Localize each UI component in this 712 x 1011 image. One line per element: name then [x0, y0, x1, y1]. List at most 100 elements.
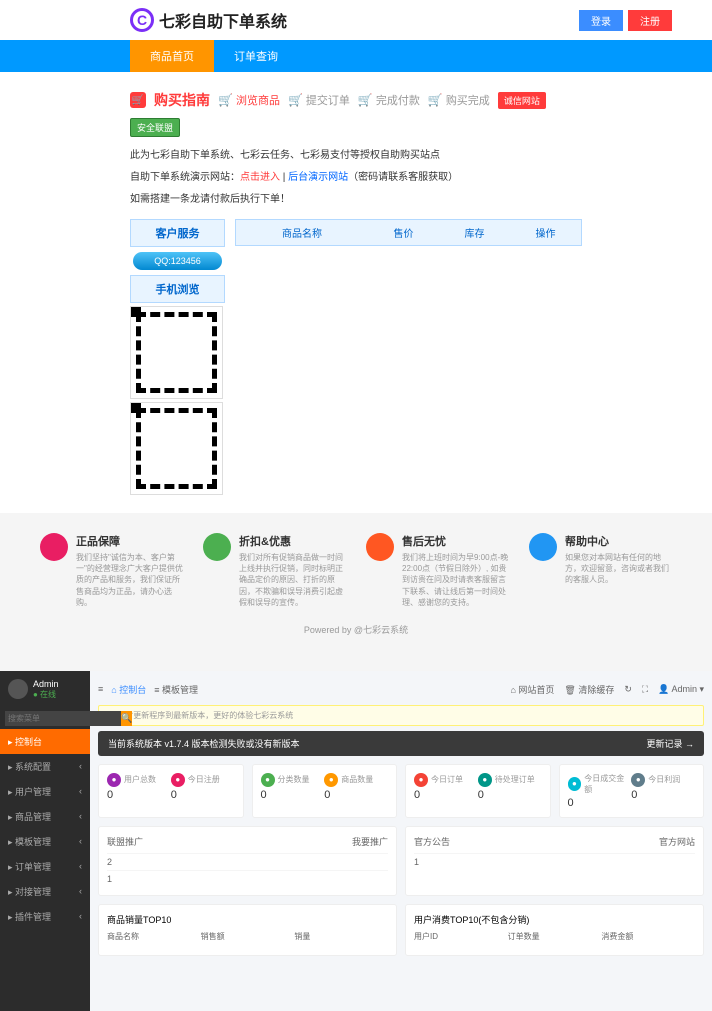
site-link[interactable]: ⌂ 网站首页 [510, 683, 554, 696]
info-title: 正品保障 [76, 533, 183, 549]
panel-title: 联盟推广 [107, 835, 143, 848]
table-col: 销售额 [201, 931, 295, 942]
info-title: 帮助中心 [565, 533, 672, 549]
admin-sidebar: Admin ● 在线 🔍 ▸ 控制台 ▸ 系统配置‹ ▸ 用户管理‹ ▸ 商品管… [0, 671, 90, 1011]
table-col: 商品名称 [107, 931, 201, 942]
menu-2[interactable]: ▸ 用户管理‹ [0, 779, 90, 804]
stat-card: ●今日成交金额 0 ●今日利润 0 [559, 764, 705, 818]
qr-code-2 [130, 402, 223, 495]
menu-4[interactable]: ▸ 模板管理‹ [0, 829, 90, 854]
stat-label: 分类数量 [278, 774, 310, 785]
stat-label: 商品数量 [341, 774, 373, 785]
nav-home[interactable]: 商品首页 [130, 40, 214, 72]
info-col: 折扣&优惠 我们对所有促销商品做一时间上线并执行促销，同时标明正确品定价的原因、… [203, 533, 346, 608]
info-icon [203, 533, 231, 561]
step-submit: 提交订单 [306, 92, 350, 108]
info-col: 正品保障 我们坚持"诚信为本、客户第一"的经营理念广大客户提供优质的产品和服务，… [40, 533, 183, 608]
menu-3[interactable]: ▸ 商品管理‹ [0, 804, 90, 829]
stat-value: 0 [261, 789, 325, 801]
stat-value: 0 [414, 789, 478, 801]
menu-5[interactable]: ▸ 订单管理‹ [0, 854, 90, 879]
notice-line-3: 如需搭建一条龙请付款后执行下单！ [130, 189, 582, 211]
th-stock: 库存 [439, 220, 510, 245]
admin-user: Admin ● 在线 [0, 671, 90, 708]
panel-title: 官方公告 [414, 835, 450, 848]
trust-badge: 诚信网站 [498, 92, 546, 109]
navbar: 商品首页 订单查询 [0, 40, 712, 72]
info-col: 帮助中心 如果您对本网站有任何的地方，欢迎留意，咨询或者我们的客服人员。 [529, 533, 672, 608]
customer-service-head: 客户服务 [130, 219, 225, 247]
online-status: ● 在线 [33, 689, 59, 700]
table-panel: 用户消费TOP10(不包含分销) 用户ID订单数量消费金额 [405, 904, 704, 956]
table-col: 消费金额 [601, 931, 695, 942]
clear-cache[interactable]: 🗑 清除缓存 [564, 683, 614, 696]
notice-line-2: 自助下单系统演示网站：点击进入 | 后台演示网站（密码请联系客服获取） [130, 167, 582, 189]
cart-icon: 🛒 [130, 92, 146, 108]
breadcrumb-home[interactable]: ⌂ 控制台 [111, 683, 146, 696]
info-desc: 我们将上班时间为早9:00点-晚22:00点（节假日除外）, 如贵到访贵在问及时… [402, 552, 509, 608]
register-button[interactable]: 注册 [628, 10, 672, 31]
avatar [8, 679, 28, 699]
stat-label: 今日成交金额 [584, 773, 631, 795]
qq-button[interactable]: QQ:123456 [133, 252, 222, 270]
th-action: 操作 [510, 220, 581, 245]
logo-text: 七彩自助下单系统 [159, 8, 287, 32]
info-icon [366, 533, 394, 561]
login-button[interactable]: 登录 [579, 10, 623, 31]
panel-link[interactable]: 官方网站 [659, 835, 695, 848]
th-name: 商品名称 [236, 220, 368, 245]
admin-topbar: ≡ ⌂ 控制台 ≡ 模板管理 ⌂ 网站首页 🗑 清除缓存 ↻ ⛶ 👤 Admin… [98, 679, 704, 700]
security-badge: 安全联盟 [130, 118, 180, 137]
powered-by: Powered by @七彩云系统 [40, 608, 672, 651]
panel: 官方公告 官方网站 1 [405, 826, 704, 896]
panel: 联盟推广我要推广 21 [98, 826, 397, 896]
menu-6[interactable]: ▸ 对接管理‹ [0, 879, 90, 904]
stat-card: ●今日订单 0 ●待处理订单 0 [405, 764, 551, 818]
version-text: 当前系统版本 v1.7.4 版本检测失败或没有新版本 [108, 737, 300, 750]
demo-link[interactable]: 点击进入 [240, 172, 280, 183]
table-title: 用户消费TOP10(不包含分销) [414, 913, 695, 926]
menu-toggle-icon[interactable]: ≡ [98, 684, 103, 694]
product-table: 商品名称 售价 库存 操作 [235, 219, 582, 498]
info-desc: 如果您对本网站有任何的地方，欢迎留意，咨询或者我们的客服人员。 [565, 552, 672, 586]
stat-label: 今日注册 [188, 774, 220, 785]
admin-demo-link[interactable]: 后台演示网站 [288, 172, 348, 183]
stat-label: 今日利润 [648, 774, 680, 785]
panel-link[interactable]: 我要推广 [352, 835, 388, 848]
nav-orders[interactable]: 订单查询 [214, 40, 298, 72]
step-done: 购买完成 [446, 92, 490, 108]
table-title: 商品销量TOP10 [107, 913, 388, 926]
update-alert: ⚠ 及时更新程序到最新版本，更好的体验七彩云系统 [98, 705, 704, 726]
th-price: 售价 [368, 220, 439, 245]
logo-icon: C [130, 8, 154, 32]
search-button[interactable]: 🔍 [121, 711, 132, 726]
stat-card: ●用户总数 0 ●今日注册 0 [98, 764, 244, 818]
stat-card: ●分类数量 0 ●商品数量 0 [252, 764, 398, 818]
menu-1[interactable]: ▸ 系统配置‹ [0, 754, 90, 779]
menu-7[interactable]: ▸ 插件管理‹ [0, 904, 90, 929]
panel-row: 1 [414, 853, 695, 870]
table-panel: 商品销量TOP10 商品名称销售额销量 [98, 904, 397, 956]
footer-info: 正品保障 我们坚持"诚信为本、客户第一"的经营理念广大客户提供优质的产品和服务，… [0, 513, 712, 671]
logo: C 七彩自助下单系统 [130, 8, 287, 32]
search-input[interactable] [5, 711, 121, 726]
info-icon [529, 533, 557, 561]
menu-0[interactable]: ▸ 控制台 [0, 729, 90, 754]
breadcrumb-page: ≡ 模板管理 [154, 683, 198, 696]
header: C 七彩自助下单系统 登录 注册 [0, 0, 712, 40]
refresh-icon[interactable]: ↻ [624, 684, 632, 695]
user-menu[interactable]: 👤 Admin ▾ [658, 684, 704, 695]
fullscreen-icon[interactable]: ⛶ [642, 684, 648, 695]
info-title: 折扣&优惠 [239, 533, 346, 549]
stat-label: 今日订单 [431, 774, 463, 785]
info-desc: 我们对所有促销商品做一时间上线并执行促销，同时标明正确品定价的原因、打折的原因，… [239, 552, 346, 608]
panel-row: 2 [107, 853, 388, 870]
changelog-link[interactable]: 更新记录 → [646, 737, 694, 750]
stat-value: 0 [631, 789, 695, 801]
table-col: 订单数量 [508, 931, 602, 942]
table-col: 销量 [294, 931, 388, 942]
stat-value: 0 [171, 789, 235, 801]
info-desc: 我们坚持"诚信为本、客户第一"的经营理念广大客户提供优质的产品和服务，我们保证所… [76, 552, 183, 608]
admin-name: Admin [33, 679, 59, 689]
table-col: 用户ID [414, 931, 508, 942]
